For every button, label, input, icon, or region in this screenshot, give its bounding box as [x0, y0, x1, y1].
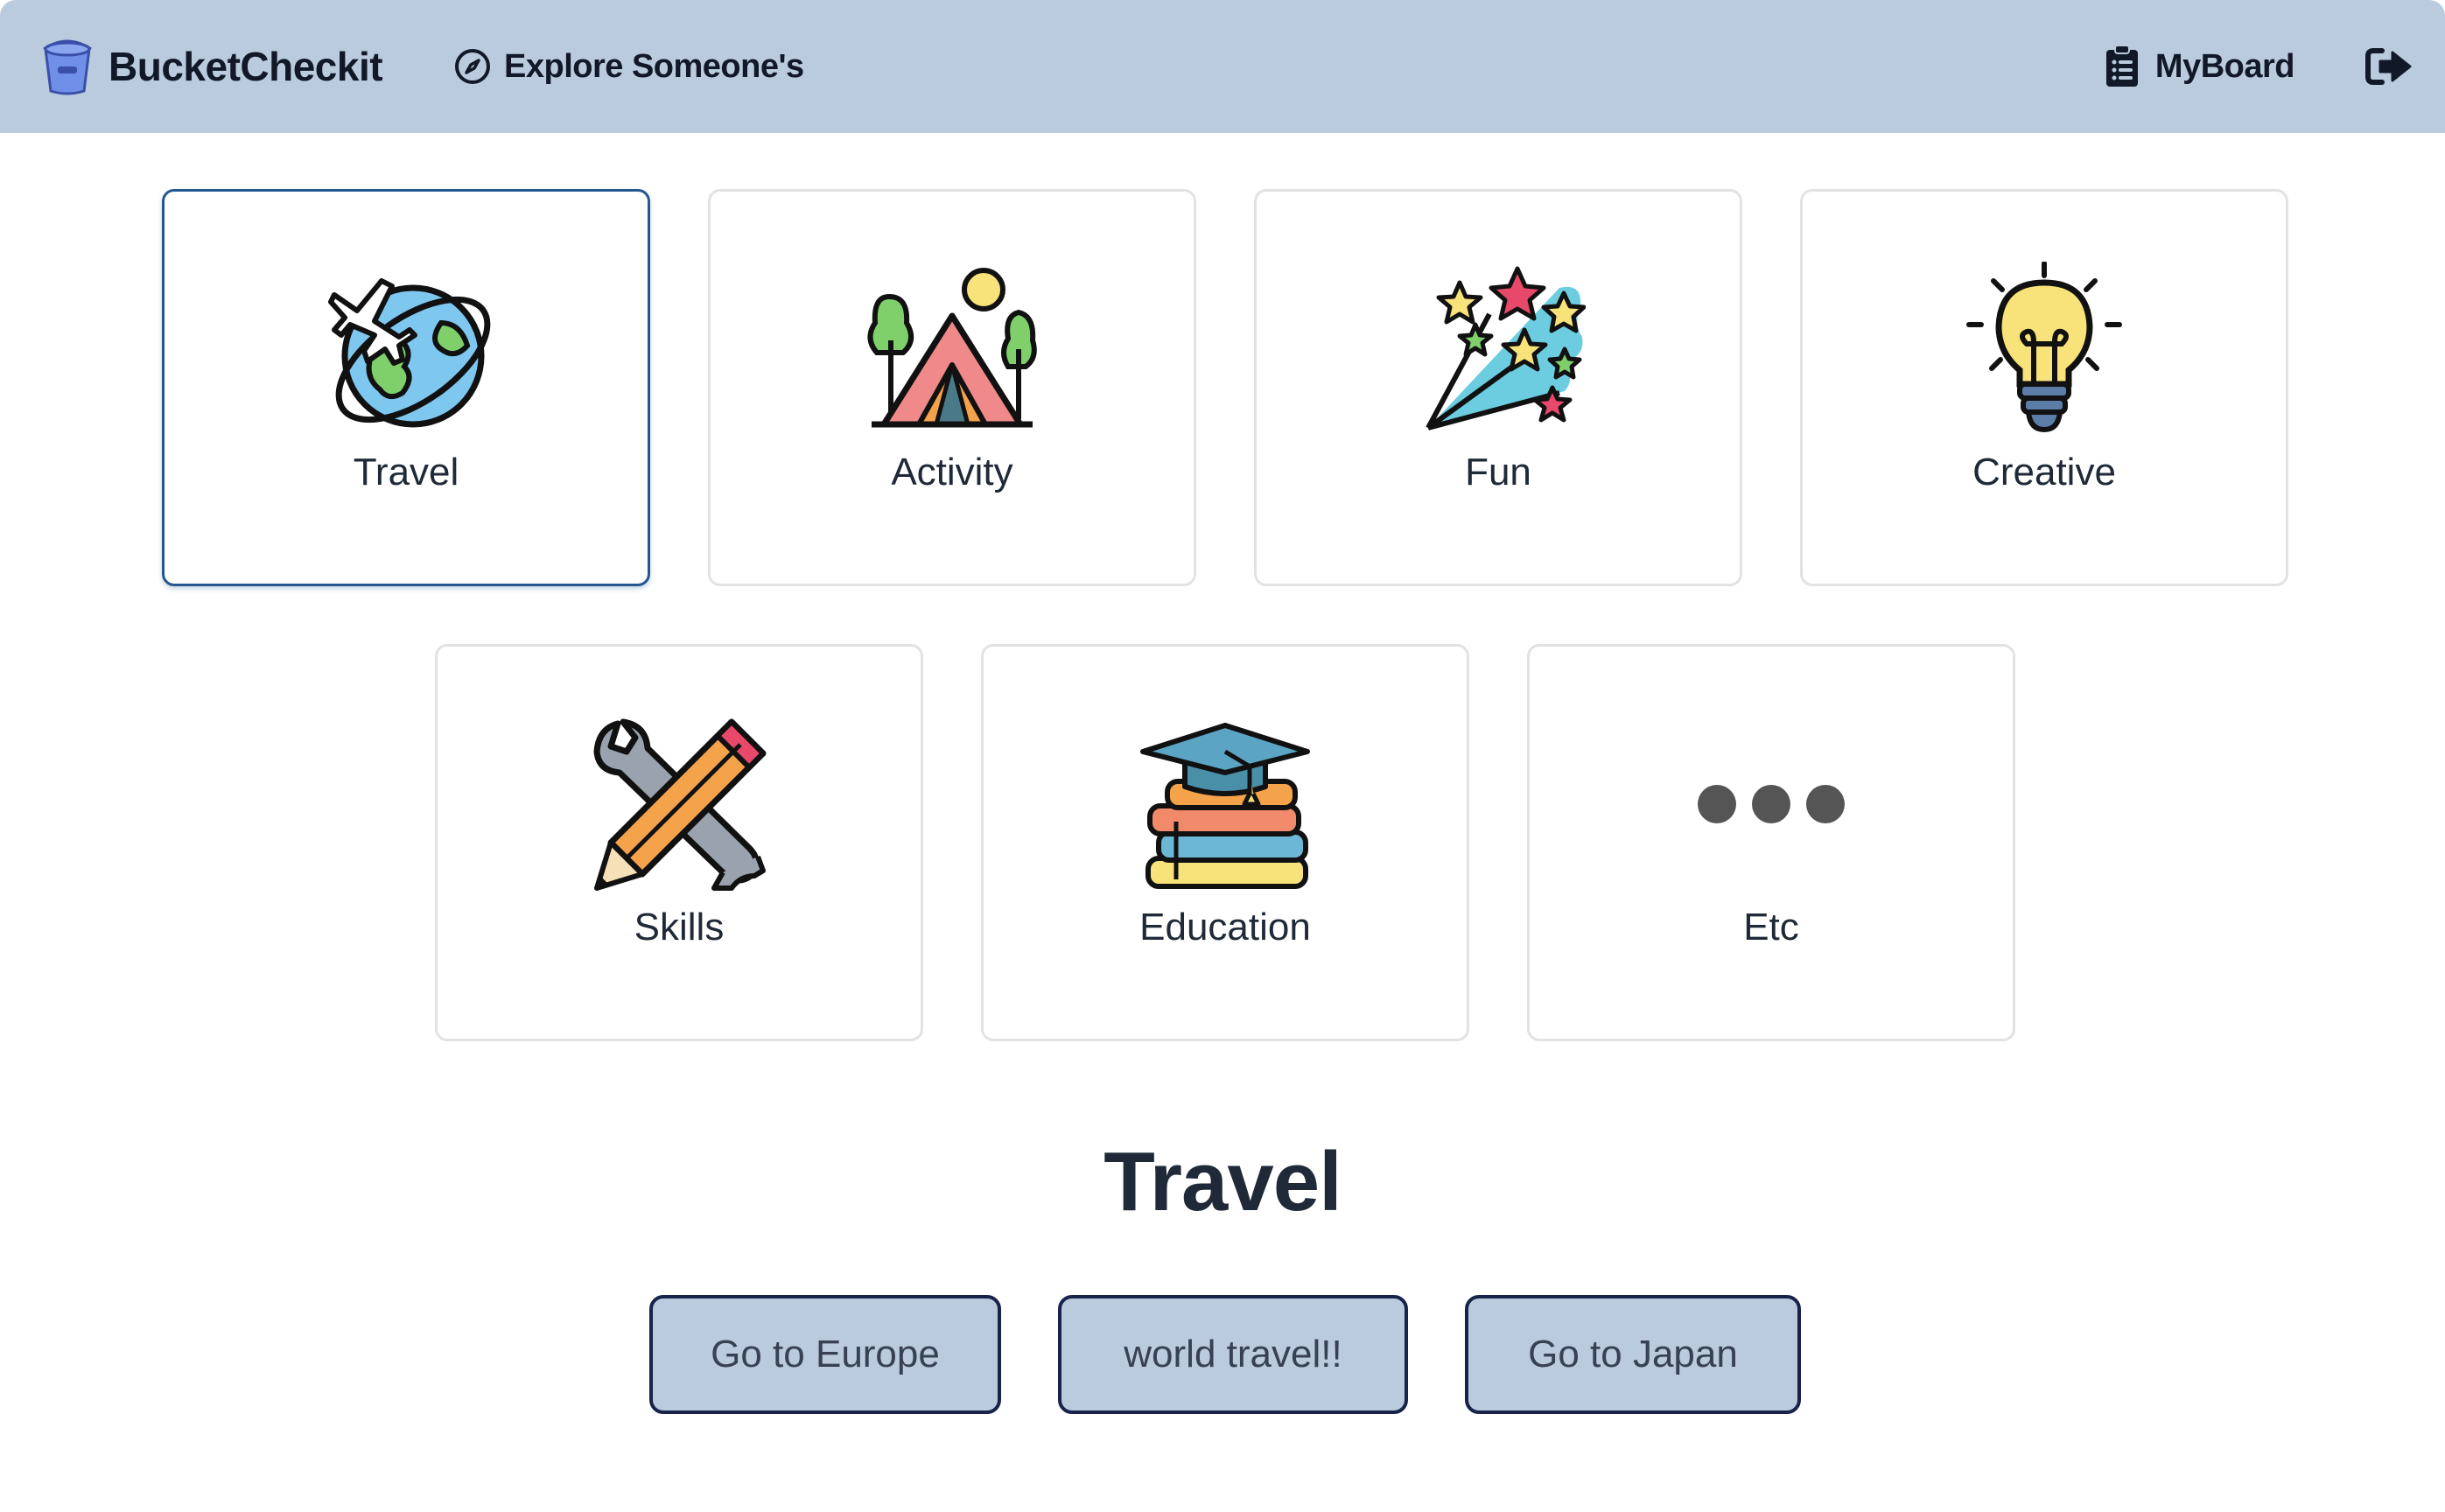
compass-icon [455, 49, 490, 84]
nav-explore-link[interactable]: Explore Someone's [453, 44, 804, 89]
category-card-fun[interactable]: Fun [1254, 189, 1742, 586]
category-label: Etc [1743, 906, 1799, 948]
category-label: Education [1139, 906, 1311, 948]
category-card-creative[interactable]: Creative [1800, 189, 2288, 586]
navbar: BucketCheckit Explore Someone's MyBoard [0, 0, 2445, 133]
category-label: Activity [891, 451, 1013, 494]
bucket-icon [43, 39, 92, 95]
nav-explore-label: Explore Someone's [504, 47, 804, 85]
lightbulb-icon [1966, 262, 2122, 433]
brand-link[interactable]: BucketCheckit [39, 37, 383, 96]
category-label: Travel [353, 451, 459, 494]
nav-myboard-link[interactable]: MyBoard [2105, 44, 2295, 89]
brand-name: BucketCheckit [109, 44, 383, 89]
category-card-travel[interactable]: Travel [162, 189, 650, 586]
clipboard-icon [2105, 45, 2138, 87]
category-card-etc[interactable]: Etc [1527, 644, 2015, 1041]
category-card-activity[interactable]: Activity [708, 189, 1196, 586]
globe-airplane-icon [328, 278, 491, 428]
category-label: Skills [634, 906, 725, 948]
camping-tent-icon [867, 268, 1037, 428]
graduation-books-icon [1140, 723, 1310, 889]
category-card-skills[interactable]: Skills [435, 644, 923, 1041]
bucket-item-button[interactable]: world travel!! [1058, 1295, 1408, 1414]
category-label: Creative [1972, 451, 2116, 494]
more-dots-icon [1698, 785, 1845, 823]
nav-myboard-label: MyBoard [2154, 47, 2295, 85]
wrench-pencil-icon [593, 718, 767, 891]
category-label: Fun [1465, 451, 1531, 494]
logout-icon [2365, 48, 2412, 85]
bucket-item-button[interactable]: Go to Europe [649, 1295, 1001, 1414]
category-card-education[interactable]: Education [981, 644, 1469, 1041]
logout-button[interactable] [2364, 46, 2413, 88]
shooting-stars-icon [1426, 266, 1586, 430]
selected-category-title: Travel [1103, 1135, 1342, 1228]
bucket-item-button[interactable]: Go to Japan [1465, 1295, 1801, 1414]
